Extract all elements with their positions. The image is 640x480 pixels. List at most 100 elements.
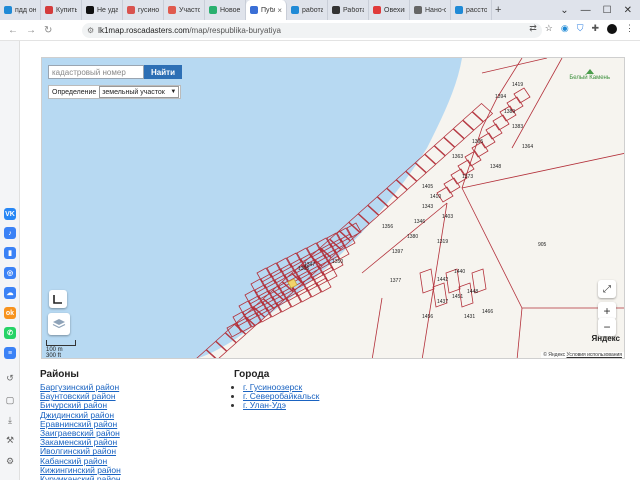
stats-icon[interactable]: ▮ bbox=[4, 247, 16, 259]
music-icon[interactable]: ♪ bbox=[4, 227, 16, 239]
regions-list: Баргузинский район Баунтовский район Бичур… bbox=[40, 382, 121, 480]
tab-title: Овехим bbox=[384, 6, 405, 14]
cadastral-map[interactable]: 905 1377 1356 1343 1319 1346 1394 1389 1365 1363 1… bbox=[41, 57, 625, 359]
yandex-logo[interactable]: Яндекс bbox=[592, 334, 620, 343]
reload-icon[interactable]: ↻ bbox=[44, 25, 52, 36]
city-link[interactable]: г. Улан-Удэ bbox=[243, 401, 319, 410]
tab-title: работа bbox=[302, 6, 323, 14]
history-icon[interactable]: ↺ bbox=[4, 372, 16, 384]
parcel-number-label: 1373 bbox=[462, 174, 473, 180]
scale-feet: 300 ft bbox=[46, 353, 62, 359]
browser-tab[interactable]: Купить bbox=[41, 0, 82, 20]
tab-title: Купить bbox=[56, 6, 77, 14]
parcel-number-label: 1466 bbox=[482, 309, 493, 315]
window-controls: ⌄ — ☐ ✕ bbox=[560, 0, 640, 20]
nav-buttons: ← → ↻ bbox=[0, 25, 80, 36]
extension-icon-1[interactable]: ◉ bbox=[561, 23, 569, 34]
browser-sidebar: VK ♪ ▮ ◎ ☁ ok ✆ ≡ ↺ ▢ ⤓ ⚒ ⚙ bbox=[0, 41, 20, 480]
definition-select[interactable]: земельный участок ▼ bbox=[99, 86, 180, 98]
map-canvas: 905 1377 1356 1343 1319 1346 1394 1389 1365 1363 1… bbox=[42, 58, 624, 358]
tab-title: Не удал bbox=[97, 6, 118, 14]
tab-favicon-icon bbox=[209, 6, 217, 14]
tab-favicon-icon bbox=[86, 6, 94, 14]
parcel-number-label: 1343 bbox=[422, 204, 433, 210]
download-icon[interactable]: ⤓ bbox=[4, 414, 16, 426]
browser-tab[interactable]: Работа bbox=[328, 0, 369, 20]
new-tab-button[interactable]: + bbox=[495, 4, 501, 16]
map-scale: 100 m 300 ft bbox=[46, 340, 76, 359]
parcel-number-label: 1403 bbox=[442, 214, 453, 220]
close-icon[interactable]: ✕ bbox=[624, 5, 632, 16]
parcel-number-label: 1365 bbox=[472, 139, 483, 145]
parcel-number-label: 1456 bbox=[422, 314, 433, 320]
layers-button[interactable] bbox=[48, 313, 70, 335]
parcel-number-label: 1347 bbox=[304, 262, 315, 268]
tools-icon[interactable]: ⚒ bbox=[4, 434, 16, 446]
tab-favicon-icon bbox=[332, 6, 340, 14]
minimize-icon[interactable]: — bbox=[581, 5, 591, 16]
browser-tab[interactable]: Новое bbox=[205, 0, 246, 20]
parcel-number-label: 1410 bbox=[430, 194, 441, 200]
definition-control: Определение земельный участок ▼ bbox=[48, 85, 182, 99]
whatsapp-icon[interactable]: ✆ bbox=[4, 327, 16, 339]
ok-icon[interactable]: ok bbox=[4, 307, 16, 319]
url-path: /map/respublika-buryatiya bbox=[189, 26, 281, 35]
cities-title: Города bbox=[234, 369, 270, 380]
parcel-number-label: 1419 bbox=[512, 82, 523, 88]
vk-icon[interactable]: VK bbox=[4, 208, 16, 220]
menu-icon[interactable]: ⋮ bbox=[625, 23, 634, 34]
terms-link[interactable]: Условия использования bbox=[567, 352, 623, 358]
parcel-number-label: 1380 bbox=[407, 234, 418, 240]
browser-tab[interactable]: Не удал bbox=[82, 0, 123, 20]
tab-close-icon[interactable]: × bbox=[277, 6, 282, 15]
forward-icon[interactable]: → bbox=[26, 25, 36, 36]
instagram-icon[interactable]: ◎ bbox=[4, 267, 16, 279]
tab-favicon-icon bbox=[455, 6, 463, 14]
cadastral-search: Найти bbox=[48, 65, 182, 79]
tab-favicon-icon bbox=[414, 6, 422, 14]
region-link[interactable]: Курумканский район bbox=[40, 474, 121, 480]
avatar[interactable] bbox=[607, 23, 617, 34]
tab-favicon-icon bbox=[291, 6, 299, 14]
shield-icon[interactable]: ⛉ bbox=[577, 23, 584, 34]
browser-tab[interactable]: Овехим bbox=[369, 0, 410, 20]
maximize-icon[interactable]: ☐ bbox=[603, 5, 612, 16]
map-terms: © Яндекс Условия использования bbox=[541, 352, 624, 358]
plus-icon: + bbox=[603, 304, 611, 318]
minus-icon: − bbox=[603, 320, 611, 334]
page: 905 1377 1356 1343 1319 1346 1394 1389 1365 1363 1… bbox=[20, 41, 640, 480]
tab-favicon-icon bbox=[4, 6, 12, 14]
back-icon[interactable]: ← bbox=[8, 25, 18, 36]
parcel-number-label: 1383 bbox=[512, 124, 523, 130]
find-button[interactable]: Найти bbox=[144, 65, 182, 79]
browser-tab[interactable]: расстоя bbox=[451, 0, 492, 20]
copyright-text: © Яндекс bbox=[543, 352, 566, 358]
parcel-number-label: 1346 bbox=[414, 219, 425, 225]
address-bar[interactable]: ⚙ lk1map.roscadasters.com/map/respublika… bbox=[82, 23, 542, 38]
cloud-icon[interactable]: ☁ bbox=[4, 287, 16, 299]
parcel-number-label: 1442 bbox=[437, 277, 448, 283]
browser-tab[interactable]: Нано-ф bbox=[410, 0, 451, 20]
translate-icon[interactable]: ⇄ bbox=[529, 23, 537, 34]
parcel-number-label: 1448 bbox=[467, 289, 478, 295]
star-icon[interactable]: ☆ bbox=[545, 23, 553, 34]
site-info-icon[interactable]: ⚙ bbox=[87, 26, 94, 35]
parcel-number-label: 1451 bbox=[452, 294, 463, 300]
chevron-down-icon[interactable]: ⌄ bbox=[560, 5, 568, 16]
browser-tab[interactable]: Участок bbox=[164, 0, 205, 20]
settings-icon[interactable]: ⚙ bbox=[4, 455, 16, 467]
browser-tab[interactable]: гусиноо bbox=[123, 0, 164, 20]
tab-favicon-icon bbox=[373, 6, 381, 14]
parcel-number-label: 1440 bbox=[454, 269, 465, 275]
fullscreen-button[interactable]: ⤢ bbox=[598, 280, 616, 298]
ruler-button[interactable] bbox=[49, 290, 67, 308]
parcel-number-label: 1394 bbox=[495, 94, 506, 100]
extensions-icon[interactable]: ✚ bbox=[591, 23, 599, 34]
cadastral-number-input[interactable] bbox=[48, 65, 144, 79]
browser-tab[interactable]: Публич× bbox=[246, 0, 287, 20]
browser-tab[interactable]: работа bbox=[287, 0, 328, 20]
wallet-icon[interactable]: ▢ bbox=[4, 394, 16, 406]
list-icon[interactable]: ≡ bbox=[4, 347, 16, 359]
browser-tab[interactable]: пдд онл bbox=[0, 0, 41, 20]
tab-title: Участок bbox=[179, 6, 200, 14]
